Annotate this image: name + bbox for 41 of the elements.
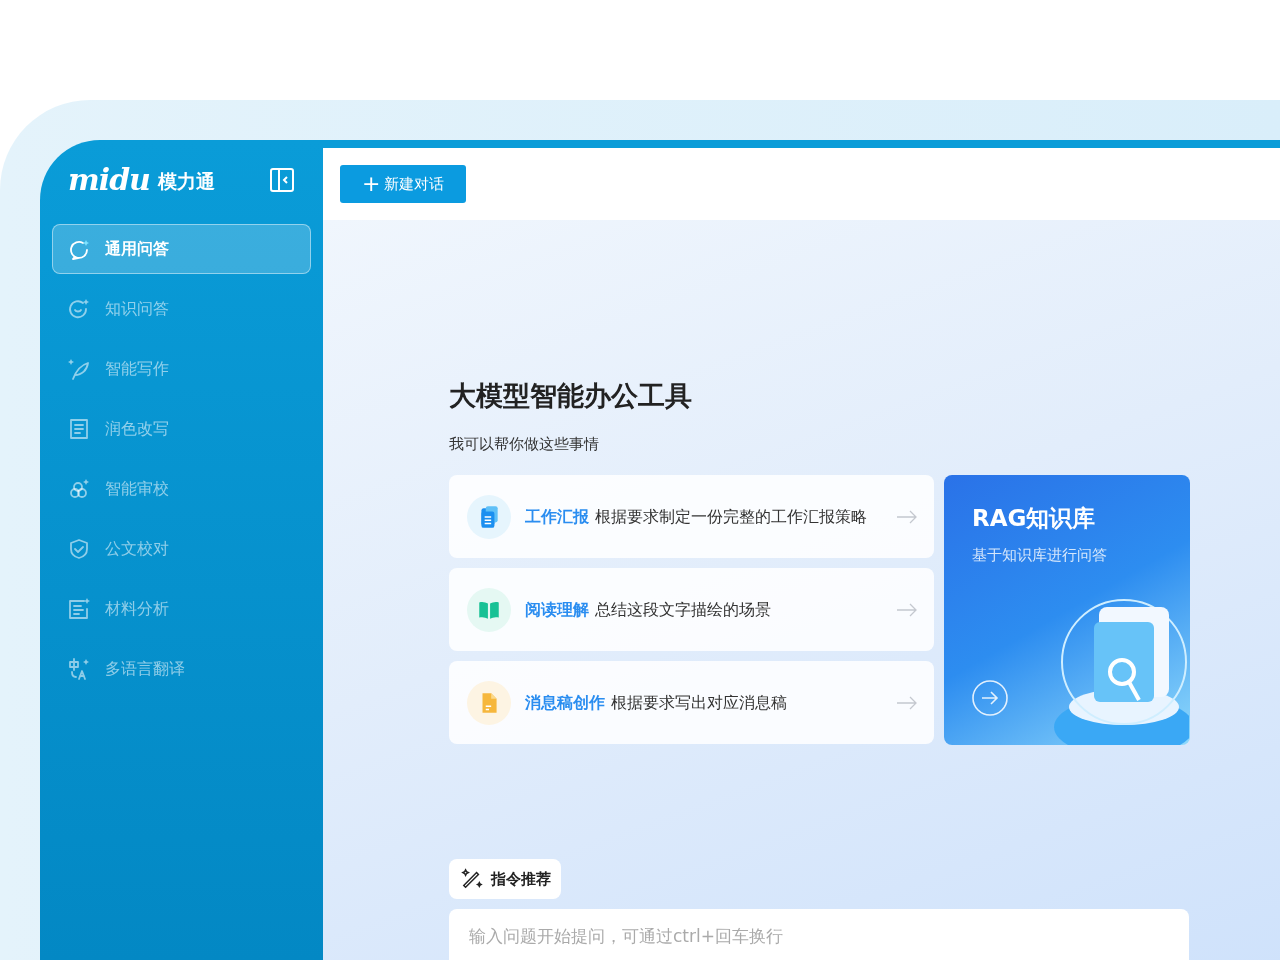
page-subtitle: 我可以帮你做这些事情 bbox=[449, 433, 600, 455]
magic-wand-icon bbox=[461, 868, 483, 890]
sidebar-item[interactable]: 润色改写 bbox=[52, 404, 311, 454]
suggestion-description: 根据要求写出对应消息稿 bbox=[611, 691, 787, 714]
sidebar-item[interactable]: 公文校对 bbox=[52, 524, 311, 574]
logo-wordmark: midu bbox=[68, 165, 150, 195]
suggestion-card[interactable]: 阅读理解 总结这段文字描绘的场景 bbox=[449, 568, 934, 651]
document-list-icon bbox=[67, 417, 91, 441]
rag-knowledge-card[interactable]: RAG知识库 基于知识库进行问答 bbox=[944, 475, 1190, 745]
analysis-icon bbox=[67, 597, 91, 621]
circles-icon bbox=[67, 477, 91, 501]
question-input-field[interactable]: 输入问题开始提问，可通过ctrl+回车换行 bbox=[449, 909, 1189, 960]
sidebar-item[interactable]: 多语言翻译 bbox=[52, 644, 311, 694]
arrow-right-icon bbox=[896, 602, 918, 617]
prompt-suggestion-button[interactable]: 指令推荐 bbox=[449, 859, 561, 899]
arrow-circle-icon bbox=[972, 680, 1008, 716]
arrow-right-icon bbox=[896, 695, 918, 710]
new-chat-button[interactable]: + 新建对话 bbox=[340, 165, 467, 203]
suggestion-title: 阅读理解 bbox=[525, 598, 589, 621]
suggestion-description: 根据要求制定一份完整的工作汇报策略 bbox=[595, 505, 867, 528]
chat-smile-icon bbox=[67, 297, 91, 321]
sidebar-item[interactable]: 知识问答 bbox=[52, 284, 311, 334]
sidebar-item[interactable]: 通用问答 bbox=[52, 224, 311, 274]
sidebar-item[interactable]: 智能写作 bbox=[52, 344, 311, 394]
suggestion-card[interactable]: 消息稿创作 根据要求写出对应消息稿 bbox=[449, 661, 934, 744]
sidebar-item[interactable]: 材料分析 bbox=[52, 584, 311, 634]
sidebar-item[interactable]: 智能审校 bbox=[52, 464, 311, 514]
suggestion-title: 消息稿创作 bbox=[525, 691, 605, 714]
rag-card-title: RAG知识库 bbox=[972, 504, 1097, 533]
sidebar-collapse-icon[interactable] bbox=[269, 167, 295, 193]
shield-check-icon bbox=[67, 537, 91, 561]
translate-icon bbox=[67, 657, 91, 681]
suggestion-title: 工作汇报 bbox=[525, 505, 589, 528]
page-title: 大模型智能办公工具 bbox=[449, 379, 693, 413]
rag-card-subtitle: 基于知识库进行问答 bbox=[972, 544, 1108, 566]
suggestion-description: 总结这段文字描绘的场景 bbox=[595, 598, 771, 621]
logo-name: 模力通 bbox=[157, 168, 215, 194]
feather-icon bbox=[67, 357, 91, 381]
plus-icon: + bbox=[362, 173, 381, 195]
arrow-right-icon bbox=[896, 509, 918, 524]
suggestion-card[interactable]: 工作汇报 根据要求制定一份完整的工作汇报策略 bbox=[449, 475, 934, 558]
